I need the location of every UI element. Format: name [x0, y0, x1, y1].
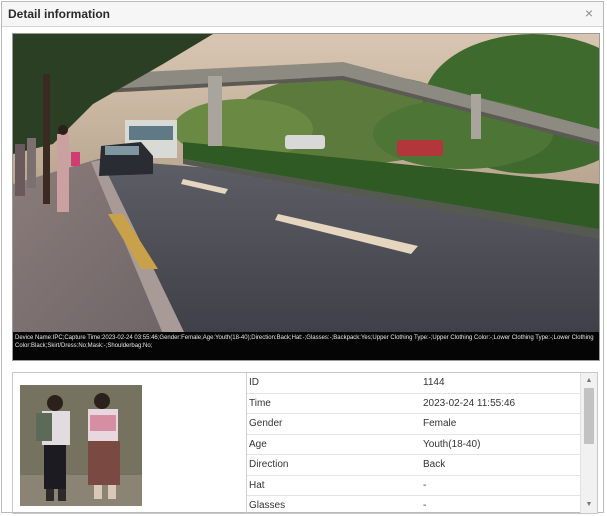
attribute-row-hat: Hat -: [247, 476, 581, 496]
detail-panel: ID 1144 Time 2023-02-24 11:55:46 Gender …: [12, 372, 598, 514]
attribute-key: Gender: [249, 418, 283, 429]
attribute-value: Youth(18-40): [423, 438, 481, 450]
capture-image: Device Name:IPC;Capture Time:2023-02-24 …: [12, 33, 600, 361]
attribute-row-gender: Gender Female: [247, 414, 581, 435]
attribute-key: Hat: [249, 479, 265, 491]
attribute-list: ID 1144 Time 2023-02-24 11:55:46 Gender …: [247, 373, 581, 513]
attribute-key: Time: [249, 397, 271, 409]
attribute-value: -: [423, 500, 427, 511]
dialog-title: Detail information: [8, 7, 111, 21]
thumbnail-cell: [13, 373, 247, 513]
scroll-up-icon[interactable]: ▲: [581, 375, 597, 387]
attribute-value: Female: [423, 418, 457, 429]
attribute-row-time: Time 2023-02-24 11:55:46: [247, 394, 581, 414]
attribute-value: -: [423, 479, 427, 491]
attribute-value: Back: [423, 459, 446, 470]
attribute-row-glasses: Glasses -: [247, 496, 581, 513]
attribute-key: Glasses: [249, 500, 286, 511]
attribute-row-direction: Direction Back: [247, 455, 581, 476]
scrollbar-thumb[interactable]: [584, 388, 594, 444]
scroll-down-icon[interactable]: ▼: [581, 499, 597, 511]
attribute-row-age: Age Youth(18-40): [247, 435, 581, 455]
attribute-row-id: ID 1144: [247, 373, 581, 394]
person-thumbnail: [20, 385, 142, 506]
attribute-value: 1144: [423, 377, 445, 388]
detail-scrollbar[interactable]: ▲ ▼: [580, 373, 597, 513]
attribute-value: 2023-02-24 11:55:46: [423, 397, 516, 409]
capture-caption: Device Name:IPC;Capture Time:2023-02-24 …: [13, 332, 599, 360]
dialog-titlebar[interactable]: Detail information ×: [2, 2, 603, 27]
attribute-key: Age: [249, 438, 267, 450]
street-scene-image: [13, 34, 599, 334]
attribute-key: Direction: [249, 459, 289, 470]
attribute-key: ID: [249, 377, 259, 388]
detail-dialog: Detail information × Device Name:IPC;Cap…: [1, 1, 604, 514]
close-icon[interactable]: ×: [581, 5, 597, 21]
